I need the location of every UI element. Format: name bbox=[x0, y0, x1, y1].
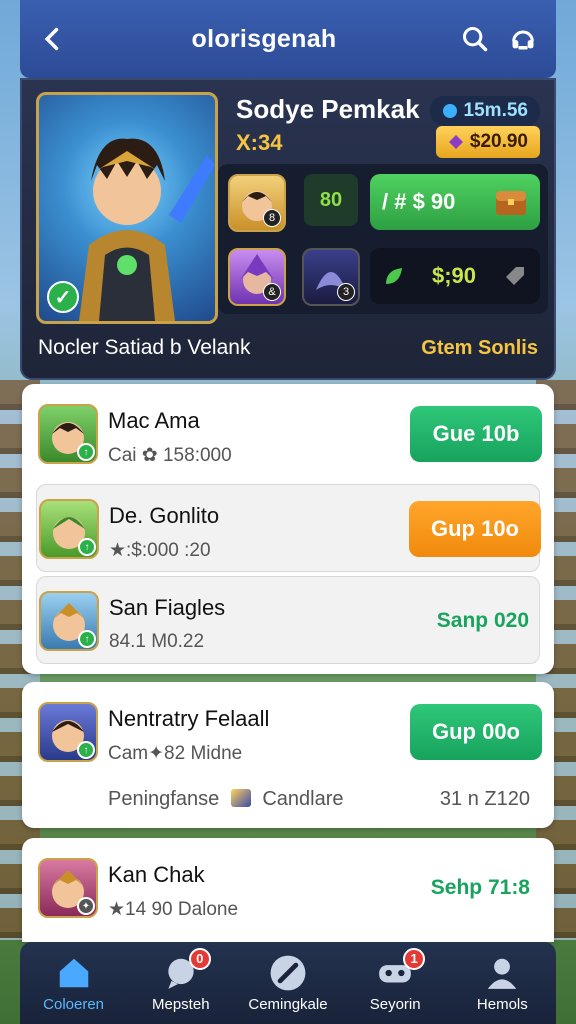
player-substat: Peningfanse Candlare bbox=[108, 788, 344, 811]
hero-subtitle: Nocler Satiad b Velank bbox=[38, 336, 251, 359]
slot-tag: 8 bbox=[263, 209, 281, 227]
verified-check-icon: ✓ bbox=[47, 281, 79, 313]
avatar: ↑ bbox=[39, 591, 99, 651]
player-row[interactable]: ↑ Nentratry Felaall Cam✦82 Midne Gup 00o… bbox=[22, 688, 554, 822]
home-icon bbox=[59, 958, 88, 987]
online-badge-icon: ↑ bbox=[77, 741, 95, 759]
profile-icon bbox=[488, 958, 517, 989]
gold-balance: $20.90 bbox=[435, 126, 540, 158]
online-badge-icon: ↑ bbox=[77, 443, 95, 461]
online-badge-icon: ↑ bbox=[78, 630, 96, 648]
player-stat: Cam✦82 Midne bbox=[108, 743, 243, 764]
player-substat-right: 31 n Z120 bbox=[439, 788, 530, 810]
buy-dark-label: $;90 bbox=[431, 263, 477, 288]
avatar: ↑ bbox=[38, 404, 98, 464]
chest-icon bbox=[496, 191, 526, 215]
back-button[interactable] bbox=[36, 22, 70, 56]
avatar: ↑ bbox=[38, 702, 98, 762]
player-row[interactable]: ↑ De. Gonlito ★:$:000 :20 Gup 10o bbox=[36, 484, 541, 572]
nav-item-battle[interactable]: Cemingkale bbox=[238, 954, 338, 1013]
chevron-left-icon bbox=[44, 27, 59, 51]
nav-item-games[interactable]: Seyorin 1 bbox=[345, 947, 445, 1013]
player-stat: 84.1 M0.22 bbox=[109, 631, 205, 652]
tag-icon bbox=[505, 267, 524, 285]
item-slot-3[interactable]: 3 bbox=[302, 248, 360, 306]
headset-icon bbox=[512, 30, 534, 50]
item-shop-panel: 8 80 / # $ 90 & 3 $;90 bbox=[218, 164, 548, 314]
bottom-nav: Coloeren Mepsteh 0 Cemingkale Seyorin 1 … bbox=[20, 942, 556, 1024]
nav-item-messages[interactable]: Mepsteh 0 bbox=[131, 947, 231, 1013]
nav-label: Coloeren bbox=[43, 995, 105, 1013]
player-stat: Cai ✿ 158:000 bbox=[108, 445, 232, 466]
top-bar: olorisgenah bbox=[20, 0, 556, 78]
buy-green-label: / # $ 90 bbox=[382, 189, 456, 214]
avatar: ✦ bbox=[38, 858, 98, 918]
player-action-button[interactable]: Gue 10b bbox=[410, 406, 542, 462]
player-substat-extra: Candlare bbox=[262, 788, 344, 810]
item-slot-2[interactable]: & bbox=[228, 248, 286, 306]
slot-tag: & bbox=[263, 283, 281, 301]
online-badge-icon: ↑ bbox=[78, 538, 96, 556]
player-name: De. Gonlito bbox=[109, 503, 220, 528]
buy-dark-button[interactable]: $;90 bbox=[370, 248, 540, 304]
support-button[interactable] bbox=[506, 22, 540, 56]
avatar: ↑ bbox=[39, 499, 99, 559]
crystal-icon bbox=[448, 135, 463, 149]
sword-icon bbox=[270, 955, 306, 990]
item-code: 80 bbox=[304, 174, 358, 226]
notification-badge: 0 bbox=[188, 947, 211, 970]
player-row[interactable]: ↑ San Fiagles 84.1 M0.22 Sanp 020 bbox=[36, 576, 540, 664]
search-icon bbox=[462, 26, 488, 52]
player-stat: ★14 90 Dalone bbox=[108, 899, 239, 920]
gem-icon bbox=[442, 104, 457, 118]
cube-icon bbox=[230, 789, 251, 807]
nav-item-profile[interactable]: Hemols bbox=[452, 954, 552, 1013]
player-card-2: ↑ Nentratry Felaall Cam✦82 Midne Gup 00o… bbox=[22, 682, 554, 828]
nav-label: Hemols bbox=[476, 995, 528, 1013]
item-slot-1[interactable]: 8 bbox=[228, 174, 286, 232]
nav-label: Mepsteh bbox=[152, 995, 210, 1013]
hero-name: Sodye Pemkak bbox=[236, 94, 420, 124]
player-name: San Fiagles bbox=[109, 595, 226, 620]
status-badge-icon: ✦ bbox=[77, 897, 95, 915]
slot-tag: 3 bbox=[337, 283, 355, 301]
hero-level: X:34 bbox=[236, 130, 283, 155]
player-name: Mac Ama bbox=[108, 408, 200, 433]
gem-balance: 15m.56 bbox=[429, 96, 540, 126]
player-card-3: ✦ Kan Chak ★14 90 Dalone Sehp 71:8 bbox=[22, 838, 554, 942]
player-stat: ★:$:000 :20 bbox=[109, 540, 211, 561]
leaf-icon bbox=[386, 268, 402, 284]
gold-value: $20.90 bbox=[469, 131, 528, 152]
player-action-link[interactable]: Sehp 71:8 bbox=[431, 876, 530, 900]
player-action-link[interactable]: Sanp 020 bbox=[437, 609, 529, 633]
player-action-button[interactable]: Gup 00o bbox=[410, 704, 542, 760]
player-action-button[interactable]: Gup 10o bbox=[409, 501, 541, 557]
page-title: olorisgenah bbox=[191, 24, 337, 53]
search-button[interactable] bbox=[458, 22, 492, 56]
player-name: Kan Chak bbox=[108, 862, 205, 887]
hero-footer-link[interactable]: Gtem Sonlis bbox=[421, 337, 538, 360]
notification-badge: 1 bbox=[403, 947, 426, 970]
buy-green-button[interactable]: / # $ 90 bbox=[370, 174, 540, 230]
nav-label: Seyorin bbox=[369, 995, 421, 1013]
gem-value: 15m.56 bbox=[463, 100, 528, 121]
player-substat-label: Peningfanse bbox=[108, 788, 220, 810]
nav-label: Cemingkale bbox=[248, 995, 328, 1013]
player-card-group-1: ↑ Mac Ama Cai ✿ 158:000 Gue 10b ↑ De. Go… bbox=[22, 384, 554, 674]
player-row[interactable]: ✦ Kan Chak ★14 90 Dalone Sehp 71:8 bbox=[22, 844, 554, 932]
hero-panel: ✓ Sodye Pemkak X:34 15m.56 $20.90 8 80 /… bbox=[20, 78, 556, 380]
nav-item-home[interactable]: Coloeren bbox=[24, 954, 124, 1013]
player-name: Nentratry Felaall bbox=[108, 706, 270, 731]
hero-portrait[interactable]: ✓ bbox=[36, 92, 218, 324]
player-row[interactable]: ↑ Mac Ama Cai ✿ 158:000 Gue 10b bbox=[22, 390, 554, 478]
